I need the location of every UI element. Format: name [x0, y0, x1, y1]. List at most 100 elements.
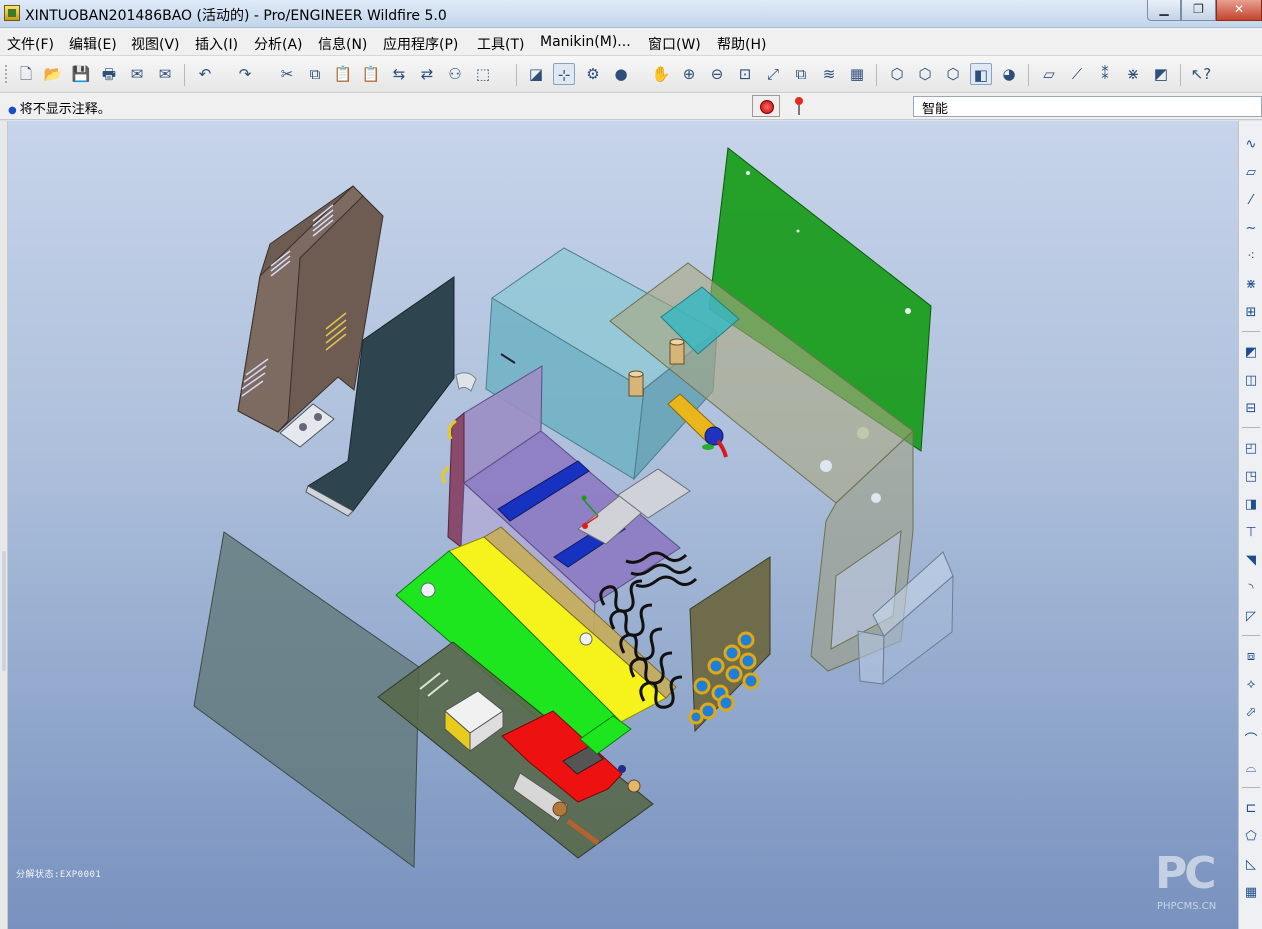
save-icon[interactable]: 💾 [70, 63, 92, 85]
table-icon[interactable]: ▦ [1241, 883, 1261, 903]
pattern-icon[interactable]: ⌓ [1241, 759, 1261, 779]
glass-box-front [857, 630, 885, 685]
csys-icon[interactable]: ⊞ [1241, 303, 1261, 323]
enhanced-realism-icon[interactable]: ◕ [998, 63, 1020, 85]
redo-icon[interactable]: ↷ [234, 63, 256, 85]
refit-icon[interactable]: ⊡ [734, 63, 756, 85]
blend-icon[interactable]: ⊤ [1241, 523, 1261, 543]
menu-applications[interactable]: 应用程序(P) [383, 34, 458, 54]
wireframe-icon[interactable]: ⬡ [886, 63, 908, 85]
selection-filter-select[interactable]: 智能 [913, 96, 1262, 117]
pan-icon[interactable]: ✋ [650, 63, 672, 85]
offset-icon[interactable]: ◺ [1241, 855, 1261, 875]
shading-icon[interactable]: ● [610, 63, 632, 85]
open-folder-icon[interactable]: 📂 [42, 63, 64, 85]
menu-insert[interactable]: 插入(I) [195, 34, 238, 54]
shaded-icon[interactable]: ◧ [970, 63, 992, 85]
menu-tools[interactable]: 工具(T) [477, 34, 524, 54]
datum-plane-icon[interactable]: ▱ [1241, 163, 1261, 183]
toolbar-separator [1180, 64, 1181, 86]
menu-window[interactable]: 窗口(W) [648, 34, 701, 54]
regen-manager-icon[interactable]: ⇄ [416, 63, 438, 85]
datum-axes-icon[interactable]: ⟋ [1066, 63, 1088, 85]
left-panel-edge [0, 121, 8, 929]
repaint-icon[interactable]: ◪ [525, 63, 547, 85]
context-help-icon[interactable]: ↖? [1190, 63, 1212, 85]
trim-icon[interactable]: ⬠ [1241, 827, 1261, 847]
datum-planes-icon[interactable]: ▱ [1038, 63, 1060, 85]
window-title: XINTUOBAN201486BAO (活动的) - Pro/ENGINEER … [25, 8, 447, 24]
extrude-icon[interactable]: ◰ [1241, 439, 1261, 459]
find-icon[interactable]: ⚇ [444, 63, 466, 85]
explode-state-label: 分解状态:EXP0001 [16, 870, 102, 880]
minimize-button[interactable]: ▁ [1147, 0, 1181, 21]
sketch-icon[interactable]: ∿ [1241, 135, 1261, 155]
datum-point-icon[interactable]: ⁖ [1241, 247, 1261, 267]
datum-points-icon[interactable]: ⁑ [1094, 63, 1116, 85]
menu-manikin[interactable]: Manikin(M)... [540, 34, 631, 50]
stop-icon[interactable] [752, 95, 780, 117]
panel-resize-handle[interactable] [2, 551, 6, 671]
toolbar-grip[interactable] [5, 65, 8, 83]
menu-file[interactable]: 文件(F) [7, 34, 54, 54]
toolbar-separator [876, 64, 877, 86]
new-file-icon[interactable]: 🗋 [15, 63, 37, 85]
zoom-out-icon[interactable]: ⊖ [706, 63, 728, 85]
chamfer-icon[interactable]: ◸ [1241, 607, 1261, 627]
menu-view[interactable]: 视图(V) [131, 34, 180, 54]
assemble-icon[interactable]: ◩ [1241, 343, 1261, 363]
rib-icon[interactable]: ⬀ [1241, 703, 1261, 723]
menu-bar: 文件(F) 编辑(E) 视图(V) 插入(I) 分析(A) 信息(N) 应用程序… [0, 28, 1262, 56]
orient-mode-icon[interactable]: ⚙ [582, 63, 604, 85]
create-component-icon[interactable]: ◫ [1241, 371, 1261, 391]
round-icon[interactable]: ◝ [1241, 579, 1261, 599]
toolbar-separator [1242, 331, 1260, 332]
maximize-button[interactable]: ❐ [1181, 0, 1216, 21]
email-attach-icon[interactable]: ✉ [154, 63, 176, 85]
menu-info[interactable]: 信息(N) [318, 34, 367, 54]
email-icon[interactable]: ✉ [126, 63, 148, 85]
message-bar: ● 将不显示注释。 智能 [0, 93, 1262, 120]
reorient-icon[interactable]: ⤢ [762, 63, 784, 85]
menu-analysis[interactable]: 分析(A) [254, 34, 303, 54]
paste-special-icon[interactable]: 📋 [360, 63, 382, 85]
datum-curve-icon[interactable]: ∼ [1241, 219, 1261, 239]
info-bullet-icon: ● [8, 105, 17, 116]
graphics-viewport[interactable]: 分解状态:EXP0001 PC PHPCMS.CN [8, 121, 1238, 929]
select-box-icon[interactable]: ⬚ [472, 63, 494, 85]
no-hidden-icon[interactable]: ⬡ [942, 63, 964, 85]
menu-edit[interactable]: 编辑(E) [69, 34, 117, 54]
status-light-icon [792, 97, 806, 115]
mirror-icon[interactable]: ⌒ [1241, 731, 1261, 751]
spin-center-icon[interactable]: ⊹ [553, 63, 575, 85]
datum-axis-icon[interactable]: ⁄ [1241, 191, 1261, 211]
saved-views-icon[interactable]: ⧉ [790, 63, 812, 85]
print-icon[interactable]: 🖶 [98, 63, 120, 85]
cut-icon[interactable]: ✂ [276, 63, 298, 85]
layers-icon[interactable]: ≋ [818, 63, 840, 85]
hole-icon[interactable]: ◥ [1241, 551, 1261, 571]
view-manager-icon[interactable]: ▦ [846, 63, 868, 85]
menu-help[interactable]: 帮助(H) [717, 34, 766, 54]
undo-icon[interactable]: ↶ [194, 63, 216, 85]
merge-icon[interactable]: ⊏ [1241, 799, 1261, 819]
exploded-assembly-model[interactable] [8, 121, 1238, 929]
toolbar-separator [1242, 635, 1260, 636]
datum-csys-icon[interactable]: ⋇ [1122, 63, 1144, 85]
paste-icon[interactable]: 📋 [332, 63, 354, 85]
message-text: 将不显示注释。 [19, 102, 111, 117]
draft-icon[interactable]: ⧈ [1241, 647, 1261, 667]
point-offset-icon[interactable]: ⋇ [1241, 275, 1261, 295]
annotations-icon[interactable]: ◩ [1150, 63, 1172, 85]
zoom-in-icon[interactable]: ⊕ [678, 63, 700, 85]
sweep-icon[interactable]: ◨ [1241, 495, 1261, 515]
shell-icon[interactable]: ⟡ [1241, 675, 1261, 695]
revolve-icon[interactable]: ◳ [1241, 467, 1261, 487]
component-list-icon[interactable]: ⊟ [1241, 399, 1261, 419]
hidden-line-icon[interactable]: ⬡ [914, 63, 936, 85]
app-icon[interactable] [4, 5, 20, 21]
copy-icon[interactable]: ⧉ [304, 63, 326, 85]
close-button[interactable]: ✕ [1216, 0, 1262, 21]
regenerate-icon[interactable]: ⇆ [388, 63, 410, 85]
elbow-pipe [455, 372, 477, 392]
